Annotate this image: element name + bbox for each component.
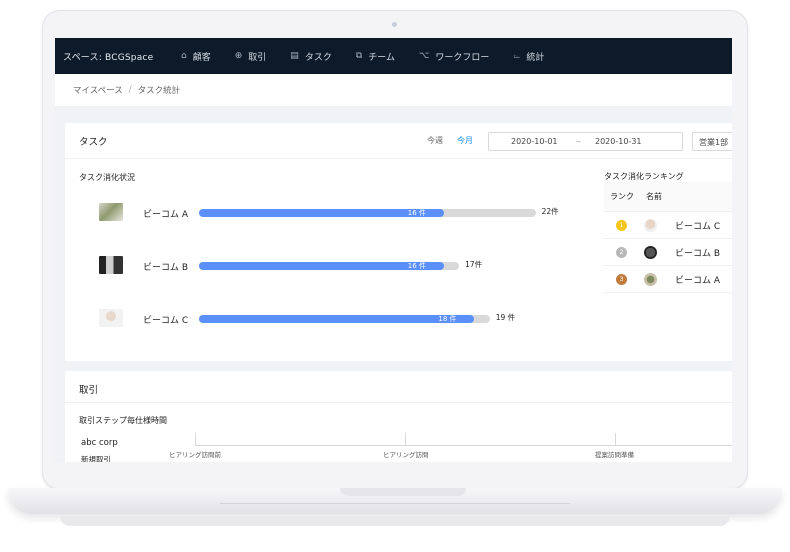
nav-customers-label: 顧客 (192, 52, 211, 63)
axis-tick (405, 433, 406, 445)
ranking-header: ランク 名前 (604, 182, 732, 212)
task-card: タスク 今週 今月 2020-10-01 ~ 2020-10-31 営業1部 タ… (65, 123, 732, 361)
avatar (644, 272, 657, 286)
deal-type: 新規取引 (81, 455, 111, 462)
done-label: 16 件 (407, 262, 426, 270)
date-end: 2020-10-31 (595, 137, 642, 146)
progress-fill (199, 315, 475, 323)
period-month-button[interactable]: 今月 (457, 135, 473, 146)
progress-title: タスク消化状況 (79, 173, 135, 182)
nav-deals[interactable]: ⊕ 取引 (235, 50, 267, 63)
ranking-title: タスク消化ランキング (604, 172, 684, 181)
row-name: ビーコム A (143, 210, 189, 220)
ranking-name: ビーコム A (675, 275, 721, 286)
laptop-base (8, 488, 782, 514)
nav-workflow[interactable]: ⌥ ワークフロー (419, 50, 489, 63)
avatar (644, 245, 657, 259)
space-selector[interactable]: スペース: BCGSpace (63, 50, 181, 63)
ranking-row: 3 ビーコム A (604, 266, 732, 293)
app-screen: スペース: BCGSpace ⌂ 顧客 ⊕ 取引 ▤ タスク ⧉ チーム ⌥ ワ… (55, 38, 732, 462)
progress-track: 18 件 (199, 315, 490, 323)
deal-card-title: 取引 (65, 371, 732, 403)
total-label: 22件 (541, 207, 559, 216)
progress-row-c: ビーコム C 18 件 19 件 (99, 309, 579, 329)
ranking-name: ビーコム B (675, 248, 721, 259)
home-icon: ⌂ (181, 51, 187, 61)
dollar-icon: ⊕ (234, 51, 243, 61)
laptop-foot (60, 516, 730, 526)
progress-track: 16 件 (199, 262, 460, 270)
breadcrumb-root[interactable]: マイスペース (73, 84, 123, 96)
top-nav: スペース: BCGSpace ⌂ 顧客 ⊕ 取引 ▤ タスク ⧉ チーム ⌥ ワ… (55, 38, 732, 74)
axis-label: 提案訪問準備 (595, 451, 634, 459)
rank-column-header: ランク (610, 192, 634, 201)
gold-medal-icon: 1 (616, 219, 627, 231)
total-label: 19 件 (495, 313, 516, 322)
deal-chart-title: 取引ステップ毎仕様時間 (79, 416, 167, 425)
name-column-header: 名前 (646, 192, 662, 201)
date-start: 2020-10-01 (511, 137, 558, 146)
laptop-notch (340, 488, 466, 496)
axis-tick (195, 433, 196, 445)
deal-card: 取引 取引ステップ毎仕様時間 abc corp 新規取引 ヒアリング訪問前 ヒア… (65, 371, 732, 462)
nav-tasks-label: タスク (304, 52, 332, 63)
nav-customers[interactable]: ⌂ 顧客 (181, 50, 211, 63)
nav-stats-label: 統計 (526, 52, 545, 63)
date-separator: ~ (575, 137, 582, 146)
axis-tick (615, 433, 616, 445)
avatar (99, 203, 123, 221)
silver-medal-icon: 2 (616, 246, 627, 258)
camera-icon (392, 22, 397, 27)
avatar (99, 256, 123, 274)
avatar (99, 309, 123, 327)
department-select[interactable]: 営業1部 (692, 132, 732, 151)
task-icon: ▤ (290, 51, 299, 61)
progress-track: 16 件 (199, 209, 536, 217)
avatar (644, 218, 657, 232)
workflow-icon: ⌥ (419, 51, 430, 61)
breadcrumb: マイスペース / タスク統計 (55, 74, 732, 106)
axis-line (195, 445, 732, 446)
progress-row-a: ビーコム A 16 件 22件 (99, 203, 579, 223)
nav-workflow-label: ワークフロー (435, 52, 490, 63)
nav-tasks[interactable]: ▤ タスク (290, 50, 332, 63)
chart-icon: ⌳ (513, 51, 521, 61)
breadcrumb-current: タスク統計 (137, 86, 181, 96)
ranking-name: ビーコム C (675, 221, 721, 232)
nav-deals-label: 取引 (248, 52, 267, 63)
axis-label: ヒアリング訪問前 (169, 451, 221, 459)
ranking-row: 2 ビーコム B (604, 239, 732, 266)
total-label: 17件 (465, 260, 483, 269)
task-card-title: タスク (79, 136, 108, 148)
done-label: 16 件 (407, 209, 426, 217)
progress-row-b: ビーコム B 16 件 17件 (99, 256, 579, 276)
ranking-table: ランク 名前 1 ビーコム C 2 ビーコム B 3 ビーコム A (604, 182, 732, 293)
period-week-button[interactable]: 今週 (427, 135, 443, 146)
nav-team-label: チーム (368, 52, 395, 63)
row-name: ビーコム B (143, 263, 189, 273)
breadcrumb-separator: / (128, 85, 132, 95)
laptop-base-line (220, 503, 570, 504)
ranking-row: 1 ビーコム C (604, 212, 732, 239)
nav-stats[interactable]: ⌳ 統計 (513, 50, 544, 63)
axis-label: ヒアリング訪問 (383, 451, 429, 459)
bronze-medal-icon: 3 (616, 273, 627, 285)
row-name: ビーコム C (143, 316, 189, 326)
deal-company: abc corp (81, 438, 118, 448)
nav-team[interactable]: ⧉ チーム (356, 50, 395, 63)
date-range-picker[interactable]: 2020-10-01 ~ 2020-10-31 (488, 132, 683, 151)
team-icon: ⧉ (355, 51, 363, 61)
done-label: 18 件 (438, 315, 457, 323)
